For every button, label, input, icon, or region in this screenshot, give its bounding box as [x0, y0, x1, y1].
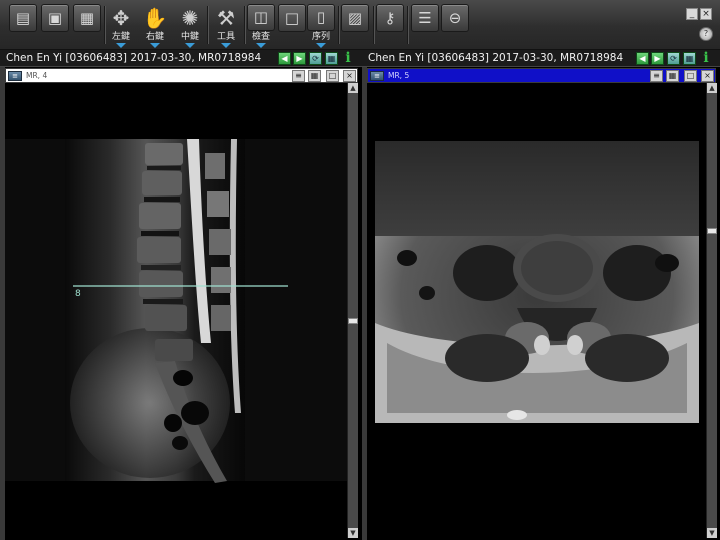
- brightness-icon: ✺: [181, 5, 199, 30]
- chevron-down-icon: [185, 43, 195, 48]
- chevron-down-icon: [221, 43, 231, 48]
- layout-grid-icon: ▦: [73, 4, 101, 32]
- viewer-panel-right: Chen En Yi [03606483] 2017-03-30, MR0718…: [362, 50, 720, 540]
- series-button[interactable]: ▯ 序列: [306, 4, 336, 48]
- toolbar-divider: [244, 6, 245, 44]
- help-button[interactable]: ?: [699, 27, 713, 41]
- chevron-down-icon: [150, 43, 160, 48]
- series-tile-button[interactable]: ▦: [666, 70, 679, 82]
- exit-icon: ⊖: [441, 4, 469, 32]
- single-frame-icon: □: [278, 4, 306, 32]
- series-icon: ▯: [307, 4, 335, 31]
- toolbar-divider: [338, 6, 339, 44]
- sagittal-mri-image: 8: [5, 83, 347, 538]
- series-header: ≡ MR, 4 ≡ ▦ □ ×: [5, 68, 358, 83]
- series-tile-button[interactable]: ▦: [308, 70, 321, 82]
- previous-button[interactable]: ◀: [636, 52, 649, 65]
- save-button[interactable]: ▣: [40, 4, 70, 48]
- axial-image-viewport[interactable]: [367, 83, 705, 538]
- right-mouse-label: 右鍵: [145, 32, 164, 42]
- sync-button[interactable]: ⟳: [309, 52, 322, 65]
- move-arrows-icon: ✥: [112, 5, 130, 30]
- study-title: Chen En Yi [03606483] 2017-03-30, MR0718…: [6, 52, 262, 64]
- series-menu-button[interactable]: ≡: [370, 71, 384, 81]
- report-icon: ☰: [411, 4, 439, 32]
- close-series-button[interactable]: ×: [343, 70, 356, 82]
- study-label: 檢查: [251, 32, 270, 42]
- sync-button[interactable]: ⟳: [667, 52, 680, 65]
- toolbar-divider: [104, 6, 105, 44]
- vertical-scrollbar[interactable]: ▲ ▼: [706, 83, 717, 538]
- maximize-button[interactable]: □: [326, 70, 339, 82]
- key-image-button[interactable]: ⚷: [375, 4, 405, 48]
- study-title-bar: Chen En Yi [03606483] 2017-03-30, MR0718…: [362, 50, 720, 67]
- key-image-icon: ⚷: [376, 4, 404, 32]
- left-mouse-tool-button[interactable]: ✥ 左鍵: [106, 4, 136, 48]
- tile-button[interactable]: ▦: [325, 52, 338, 65]
- info-icon[interactable]: i: [701, 51, 711, 66]
- series-header: ≡ MR, 5 ≡ ▦ □ ×: [367, 68, 716, 83]
- viewer-panel-left: Chen En Yi [03606483] 2017-03-30, MR0718…: [0, 50, 362, 540]
- compare-icon: ◫: [247, 4, 275, 31]
- series-menu-button[interactable]: ≡: [8, 71, 22, 81]
- info-icon[interactable]: i: [343, 51, 353, 66]
- hand-pan-icon: ✋: [142, 5, 168, 30]
- next-button[interactable]: ▶: [293, 52, 306, 65]
- vertical-scrollbar[interactable]: ▲ ▼: [347, 83, 358, 538]
- scroll-thumb[interactable]: [348, 318, 358, 324]
- study-title: Chen En Yi [03606483] 2017-03-30, MR0718…: [368, 52, 624, 64]
- axial-mri-image: [367, 83, 705, 538]
- image-button[interactable]: ▨: [340, 4, 370, 48]
- tools-icon: ⚒: [217, 5, 235, 30]
- main-toolbar: ▤ ▣ ▦ ✥ 左鍵 ✋ 右鍵 ✺ 中鍵 ⚒ 工具 ◫ 檢查 □ ▯ 序列 ▨ …: [0, 0, 720, 50]
- right-mouse-tool-button[interactable]: ✋ 右鍵: [140, 4, 170, 48]
- scroll-up-icon[interactable]: ▲: [707, 83, 717, 93]
- study-title-bar: Chen En Yi [03606483] 2017-03-30, MR0718…: [0, 50, 362, 67]
- chevron-down-icon: [316, 43, 326, 48]
- middle-mouse-label: 中鍵: [180, 32, 199, 42]
- scroll-thumb[interactable]: [707, 228, 717, 234]
- toolbar-divider: [373, 6, 374, 44]
- series-list-button[interactable]: ≡: [650, 70, 663, 82]
- chevron-down-icon: [256, 43, 266, 48]
- toolbar-divider: [207, 6, 208, 44]
- toolbar-divider: [407, 6, 408, 44]
- left-mouse-label: 左鍵: [111, 32, 130, 42]
- close-window-button[interactable]: ×: [700, 8, 712, 20]
- previous-button[interactable]: ◀: [278, 52, 291, 65]
- chevron-down-icon: [116, 43, 126, 48]
- layout-button[interactable]: ▦: [72, 4, 102, 48]
- exit-button[interactable]: ⊖: [440, 4, 470, 48]
- close-series-button[interactable]: ×: [701, 70, 714, 82]
- scroll-down-icon[interactable]: ▼: [707, 528, 717, 538]
- series-label: MR, 5: [388, 71, 410, 80]
- single-frame-button[interactable]: □: [277, 4, 307, 48]
- save-icon: ▣: [41, 4, 69, 32]
- patient-list-button[interactable]: ▤: [8, 4, 38, 48]
- series-list-button[interactable]: ≡: [292, 70, 305, 82]
- sagittal-image-viewport[interactable]: 8: [5, 83, 347, 538]
- tools-button[interactable]: ⚒ 工具: [211, 4, 241, 48]
- next-button[interactable]: ▶: [651, 52, 664, 65]
- reference-line-label: 8: [75, 289, 81, 299]
- report-button[interactable]: ☰: [410, 4, 440, 48]
- scroll-up-icon[interactable]: ▲: [348, 83, 358, 93]
- middle-mouse-tool-button[interactable]: ✺ 中鍵: [175, 4, 205, 48]
- study-button[interactable]: ◫ 檢查: [246, 4, 276, 48]
- scroll-down-icon[interactable]: ▼: [348, 528, 358, 538]
- tools-label: 工具: [216, 32, 235, 42]
- series-label: 序列: [311, 32, 330, 42]
- image-icon: ▨: [341, 4, 369, 32]
- patient-list-icon: ▤: [9, 4, 37, 32]
- minimize-button[interactable]: _: [686, 8, 698, 20]
- maximize-button[interactable]: □: [684, 70, 697, 82]
- series-label: MR, 4: [26, 71, 48, 80]
- tile-button[interactable]: ▦: [683, 52, 696, 65]
